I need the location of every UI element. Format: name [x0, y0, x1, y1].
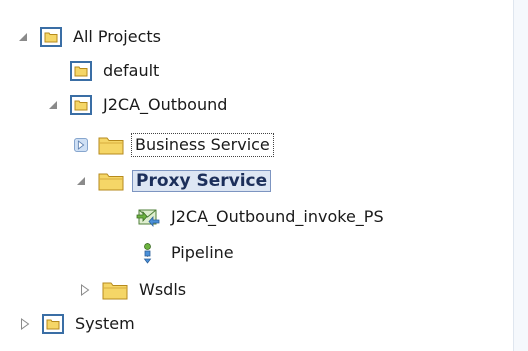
- project-folder-icon: [70, 61, 92, 81]
- tree-node-wsdls[interactable]: Wsdls: [78, 275, 189, 305]
- collapsed-triangle-icon[interactable]: [78, 283, 92, 297]
- tree-node-proxy-service[interactable]: Proxy Service: [74, 166, 272, 196]
- tree-node-all-projects[interactable]: All Projects: [16, 22, 164, 52]
- folder-icon: [102, 280, 128, 300]
- tree-node-system[interactable]: System: [18, 309, 138, 339]
- tree-node-label: Business Service: [131, 133, 274, 157]
- folder-icon: [98, 171, 124, 191]
- adjacent-pane-edge: [513, 0, 528, 351]
- tree-node-label: All Projects: [73, 27, 161, 46]
- tree-node-label: System: [75, 314, 135, 333]
- project-folder-icon: [40, 27, 62, 47]
- expanded-triangle-icon[interactable]: [46, 98, 60, 112]
- collapsed-triangle-hover-icon[interactable]: [74, 138, 88, 152]
- pipeline-icon: [136, 241, 160, 265]
- tree-node-default[interactable]: default: [46, 56, 162, 86]
- folder-icon: [98, 135, 124, 155]
- tree-node-j2ca-outbound[interactable]: J2CA_Outbound: [46, 90, 230, 120]
- tree-node-label: default: [103, 61, 160, 80]
- project-navigator: All Projects default J2CA_Outbound Busin…: [0, 0, 528, 351]
- tree-node-label: Wsdls: [139, 280, 187, 299]
- collapsed-triangle-icon[interactable]: [18, 317, 32, 331]
- expanded-triangle-icon[interactable]: [16, 30, 30, 44]
- tree-node-label-selected: Proxy Service: [132, 170, 272, 192]
- tree-node-label: Pipeline: [171, 243, 234, 262]
- project-folder-icon: [42, 314, 64, 334]
- tree-node-pipeline[interactable]: Pipeline: [136, 238, 237, 268]
- tree-node-label: J2CA_Outbound: [103, 95, 228, 114]
- tree-node-j2ca-outbound-invoke-ps[interactable]: J2CA_Outbound_invoke_PS: [136, 202, 387, 232]
- proxy-service-icon: [136, 206, 160, 228]
- tree-node-business-service[interactable]: Business Service: [74, 130, 274, 160]
- project-tree: All Projects default J2CA_Outbound Busin…: [0, 0, 512, 351]
- expanded-triangle-icon[interactable]: [74, 174, 88, 188]
- tree-node-label: J2CA_Outbound_invoke_PS: [171, 207, 384, 226]
- project-folder-icon: [70, 95, 92, 115]
